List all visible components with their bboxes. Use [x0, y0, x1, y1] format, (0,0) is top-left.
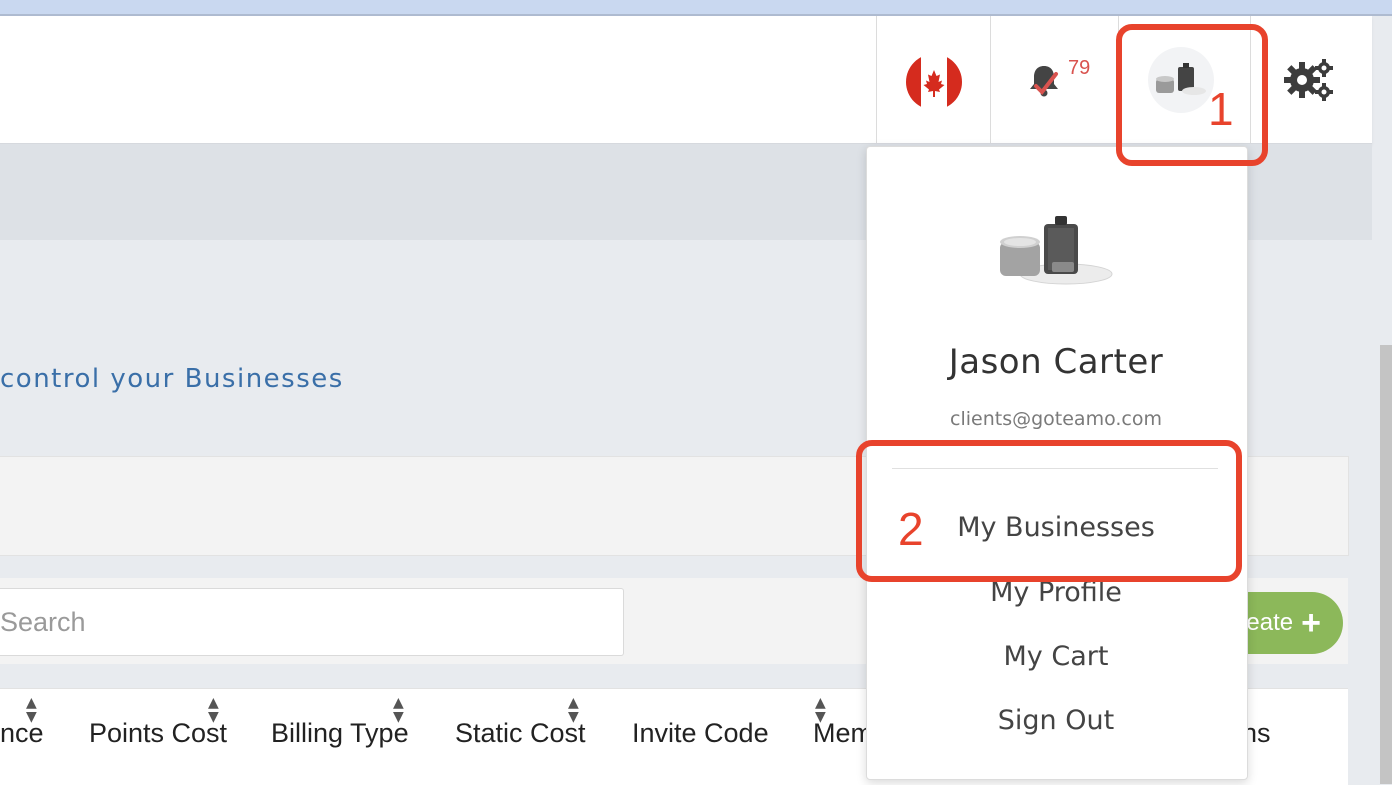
user-email: clients@goteamo.com: [950, 408, 1162, 430]
search-input[interactable]: [0, 588, 624, 656]
column-header[interactable]: Mem: [813, 718, 873, 749]
callout-number-2: 2: [898, 503, 924, 555]
browser-top-strip: [0, 0, 1392, 16]
scrollbar[interactable]: [1380, 345, 1392, 784]
navbar-separator: [990, 16, 991, 143]
page-subtitle: control your Businesses: [0, 364, 344, 394]
column-header[interactable]: Billing Type: [271, 718, 409, 749]
navbar-separator: [876, 16, 877, 143]
column-header[interactable]: nce: [0, 718, 44, 749]
notification-count: 79: [1068, 57, 1091, 79]
column-header[interactable]: Points Cost: [89, 718, 227, 749]
canada-flag-icon[interactable]: [906, 54, 962, 110]
column-header[interactable]: Invite Code: [632, 718, 769, 749]
callout-box-1: [1116, 24, 1268, 166]
plus-icon: +: [1301, 604, 1321, 642]
callout-number-1: 1: [1208, 83, 1234, 135]
create-button-label: eate: [1246, 609, 1294, 636]
profile-photo: [994, 208, 1118, 294]
settings-gears-icon[interactable]: [1284, 58, 1336, 102]
menu-item-sign-out[interactable]: Sign Out: [866, 705, 1246, 736]
notification-bell-icon[interactable]: [1024, 60, 1064, 100]
user-name: Jason Carter: [948, 342, 1164, 382]
menu-item-my-cart[interactable]: My Cart: [866, 641, 1246, 672]
column-header[interactable]: Static Cost: [455, 718, 586, 749]
